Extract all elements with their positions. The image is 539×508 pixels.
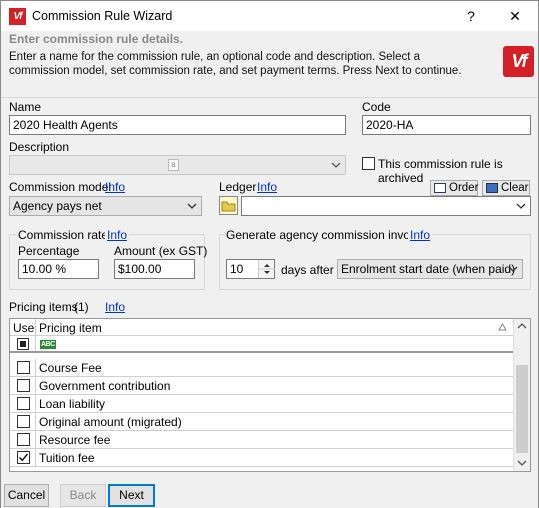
pricing-item-label: Original amount (migrated) <box>39 415 182 429</box>
order-icon <box>434 183 446 193</box>
pricing-items-grid: Use Pricing item ABC Course Fee Governme… <box>9 318 531 472</box>
pricing-item-label: Tuition fee <box>39 451 95 465</box>
commission-model-info-link[interactable]: Info <box>105 180 125 194</box>
grid-scrollbar[interactable] <box>513 319 530 471</box>
use-checkbox[interactable] <box>17 415 30 428</box>
invoice-trigger-select[interactable]: Enrolment start date (when paid) <box>337 259 523 279</box>
commission-model-label: Commission model <box>9 180 112 194</box>
folder-icon <box>221 201 236 212</box>
app-logo-icon: Vf <box>9 8 26 25</box>
pricing-items-info-link[interactable]: Info <box>105 300 125 314</box>
percentage-input[interactable]: 10.00 % <box>18 259 99 279</box>
ledger-picker-button[interactable] <box>219 196 238 215</box>
use-checkbox[interactable] <box>17 379 30 392</box>
ledger-label: Ledger <box>219 180 257 194</box>
scroll-thumb[interactable] <box>516 365 528 453</box>
column-header-pricing-item[interactable]: Pricing item <box>39 321 102 335</box>
title-bar: Vf Commission Rule Wizard ? ✕ <box>1 1 538 31</box>
pricing-item-label: Government contribution <box>39 379 171 393</box>
ledger-info-link[interactable]: Info <box>257 180 277 194</box>
checkmark-icon <box>19 453 29 462</box>
pricing-items-count: (1) <box>74 300 89 314</box>
pricing-item-label: Resource fee <box>39 433 111 447</box>
amount-input[interactable]: $100.00 <box>114 259 195 279</box>
days-after-label: days after <box>281 263 334 277</box>
spinner-arrows-icon <box>259 264 275 274</box>
invoice-trigger-value: Enrolment start date (when paid) <box>341 262 516 276</box>
chevron-down-icon[interactable] <box>330 159 342 171</box>
table-row[interactable]: Resource fee <box>10 431 514 449</box>
invoice-info-link[interactable]: Info <box>408 228 433 242</box>
clear-button[interactable]: Clear <box>482 180 530 196</box>
table-row[interactable]: Loan liability <box>10 395 514 413</box>
use-checkbox[interactable] <box>17 433 30 446</box>
description-label: Description <box>9 140 70 154</box>
pricing-item-label: Course Fee <box>39 361 102 375</box>
sort-ascending-icon[interactable] <box>498 323 507 331</box>
pricing-items-label: Pricing items <box>9 300 78 314</box>
table-row[interactable]: Original amount (migrated) <box>10 413 514 431</box>
percentage-label: Percentage <box>18 244 80 258</box>
commission-rate-info-link[interactable]: Info <box>105 228 130 242</box>
code-label: Code <box>362 100 391 114</box>
wizard-step-subtitle: Enter commission rule details. <box>9 32 184 46</box>
chevron-down-icon <box>187 203 197 209</box>
code-input[interactable]: 2020-HA <box>362 115 531 135</box>
use-checkbox[interactable] <box>17 451 30 464</box>
text-editor-icon[interactable]: a <box>168 159 179 171</box>
filter-use-checkbox[interactable] <box>17 338 29 350</box>
order-button-label: Order <box>449 182 479 194</box>
table-row[interactable]: Government contribution <box>10 377 514 395</box>
commission-model-select[interactable]: Agency pays net <box>9 196 202 216</box>
clear-button-label: Clear <box>501 182 529 194</box>
grid-header: Use Pricing item <box>10 319 514 353</box>
name-input[interactable]: 2020 Health Agents <box>9 115 346 135</box>
amount-label: Amount (ex GST) <box>114 244 208 258</box>
commission-model-value: Agency pays net <box>13 199 102 213</box>
name-label: Name <box>9 100 42 114</box>
invoice-group-label: Generate agency commission invoice <box>224 228 428 242</box>
brand-logo-icon: Vf <box>503 46 534 77</box>
chevron-down-icon <box>508 266 518 272</box>
pricing-item-label: Loan liability <box>39 397 106 411</box>
column-header-use[interactable]: Use <box>13 321 34 335</box>
text-filter-icon[interactable]: ABC <box>40 340 56 349</box>
table-row[interactable]: Course Fee <box>10 359 514 377</box>
close-button[interactable]: ✕ <box>501 5 529 27</box>
wizard-window: Vf Commission Rule Wizard ? ✕ Enter comm… <box>0 0 539 508</box>
wizard-step-description: Enter a name for the commission rule, an… <box>9 51 462 77</box>
order-button[interactable]: Order <box>430 180 478 196</box>
ledger-select[interactable] <box>241 196 531 216</box>
use-checkbox[interactable] <box>17 361 30 374</box>
window-title: Commission Rule Wizard <box>32 9 173 23</box>
back-button[interactable]: Back <box>60 484 106 507</box>
clear-icon <box>486 183 498 193</box>
help-button[interactable]: ? <box>457 5 485 27</box>
commission-rate-label: Commission rate <box>16 228 111 242</box>
days-value: 10 <box>230 262 244 276</box>
use-checkbox[interactable] <box>17 397 30 410</box>
next-button[interactable]: Next <box>108 484 155 507</box>
days-spinner[interactable] <box>258 260 275 278</box>
cancel-button[interactable]: Cancel <box>4 484 49 507</box>
description-input[interactable]: a <box>9 155 346 175</box>
scroll-down-icon[interactable] <box>517 459 527 467</box>
archived-checkbox[interactable] <box>362 157 375 170</box>
grid-filter-row: ABC <box>10 336 514 353</box>
chevron-down-icon <box>516 203 526 209</box>
scroll-up-icon[interactable] <box>517 322 527 330</box>
table-row[interactable]: Tuition fee <box>10 449 514 467</box>
